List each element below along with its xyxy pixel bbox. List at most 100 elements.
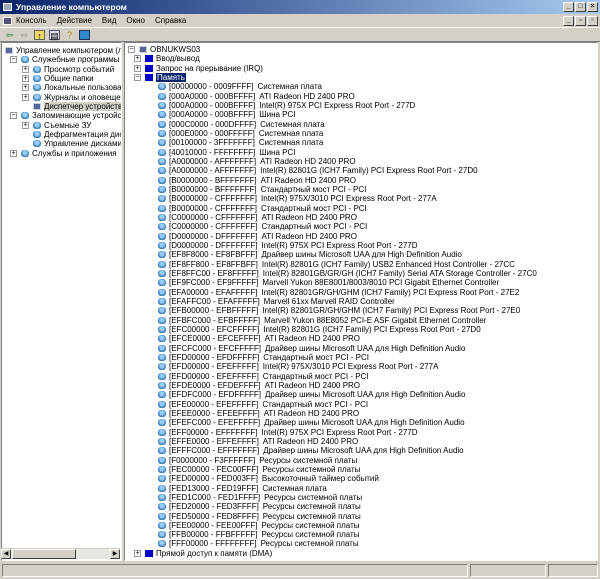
memory-resource-item[interactable]: [EFEE0000 - EFEEFFFF] ATI Radeon HD 2400 … [158, 409, 359, 418]
tree-item[interactable]: + Журналы и оповещения пр [22, 93, 121, 102]
tree-item[interactable]: − Служебные программы [10, 55, 119, 64]
resource-category[interactable]: + Запрос на прерывание (IRQ) [134, 64, 263, 73]
memory-resource-item[interactable]: [EFD00000 - EFDFFFFF] Стандартный мост PC… [158, 353, 369, 362]
memory-resource-item[interactable]: [EFD00000 - EFEFFFFF] Intel(R) 975X/3010 … [158, 362, 438, 371]
memory-resource-item[interactable]: [A0000000 - AFFFFFFF] Intel(R) 82801G (IC… [158, 166, 478, 175]
memory-resource-item[interactable]: [EFC00000 - EFCFFFFF] Intel(R) 82801G (IC… [158, 325, 481, 334]
tree-item[interactable]: + Съемные ЗУ [22, 121, 91, 130]
show-hide-tree-icon[interactable]: ▤ [49, 29, 60, 41]
expand-icon[interactable]: + [22, 93, 29, 101]
memory-resource-item[interactable]: [C0000000 - CFFFFFFF] ATI Radeon HD 2400 … [158, 213, 357, 222]
memory-resource-item[interactable]: [FFF00000 - FFFFFFFF] Ресурсы системной п… [158, 539, 359, 548]
tree-item[interactable]: Дефрагментация диска [33, 130, 121, 139]
memory-resource-item[interactable]: [C0000000 - CFFFFFFF] Стандартный мост PC… [158, 222, 367, 231]
memory-resource-item[interactable]: [000A0000 - 000BFFFF] Intel(R) 975X PCI E… [158, 101, 415, 110]
memory-resource-item[interactable]: [EFCE0000 - EFCEFFFF] ATI Radeon HD 2400 … [158, 334, 360, 343]
menu-window[interactable]: Окно [126, 16, 145, 25]
memory-resource-item[interactable]: [B0000000 - CFFFFFFF] Стандартный мост PC… [158, 204, 367, 213]
memory-resource-item[interactable]: [EFEFC000 - EFEFFFFF] Драйвер шины Micros… [158, 418, 465, 427]
tree-item[interactable]: + Общие папки [22, 74, 94, 83]
back-icon[interactable]: ⇦ [4, 30, 15, 40]
memory-resource-item[interactable]: [000A0000 - 000BFFFF] Шина PCI [158, 110, 296, 119]
memory-resource-item[interactable]: [EF9FC000 - EF9FFFFF] Marvell Yukon 88E80… [158, 278, 499, 287]
memory-resource-item[interactable]: [FED00000 - FED003FF] Высокоточный таймер… [158, 474, 379, 483]
memory-resource-item[interactable]: [FED50000 - FED8FFFF] Ресурсы системной п… [158, 512, 361, 521]
memory-resource-item[interactable]: [EFA00000 - EFAFFFFF] Intel(R) 82801GR/GH… [158, 288, 519, 297]
forward-icon[interactable]: ⇨ [19, 30, 30, 40]
memory-resource-item[interactable]: [D0000000 - DFFFFFFF] Intel(R) 975X PCI E… [158, 241, 418, 250]
child-close-button[interactable]: × [587, 16, 598, 26]
expand-icon[interactable]: + [134, 64, 141, 72]
memory-resource-item[interactable]: [000C0000 - 000DFFFF] Системная плата [158, 120, 325, 129]
close-button[interactable]: × [587, 2, 598, 12]
root-node[interactable]: − OBNUKWS03 [128, 45, 200, 54]
collapse-icon[interactable]: − [128, 46, 135, 53]
menu-action[interactable]: Действие [57, 16, 92, 25]
memory-resource-item[interactable]: [EFFFC000 - EFFFFFFF] Драйвер шины Micros… [158, 446, 464, 455]
expand-icon[interactable]: + [10, 149, 17, 157]
memory-resource-item[interactable]: [000A0000 - 000BFFFF] ATI Radeon HD 2400 … [158, 92, 355, 101]
memory-resource-item[interactable]: [000E0000 - 000FFFFF] Системная плата [158, 129, 323, 138]
collapse-icon[interactable]: − [10, 112, 17, 120]
collapse-icon[interactable]: − [10, 56, 17, 64]
memory-resource-item[interactable]: [EFF00000 - EFFFFFFF] Intel(R) 975X PCI E… [158, 428, 418, 437]
resource-category[interactable]: − Память [134, 72, 186, 82]
expand-icon[interactable]: + [22, 121, 29, 129]
scroll-left-button[interactable]: ◀ [1, 549, 11, 559]
memory-resource-item[interactable]: [B0000000 - BFFFFFFF] ATI Radeon HD 2400 … [158, 176, 356, 185]
memory-resource-item[interactable]: [FED13000 - FED19FFF] Системная плата [158, 484, 327, 493]
expand-icon[interactable]: + [22, 84, 29, 92]
memory-resource-item[interactable]: [EFD00000 - EFEFFFFF] Стандартный мост PC… [158, 372, 369, 381]
memory-resource-item[interactable]: [00100000 - 3FFFFFFF] Системная плата [158, 138, 323, 147]
memory-resource-item[interactable]: [B0000000 - CFFFFFFF] Intel(R) 975X/3010 … [158, 194, 437, 203]
memory-resource-item[interactable]: [00000000 - 0009FFFF] Системная плата [158, 82, 322, 91]
tree-item[interactable]: Управление компьютером (локаль [5, 46, 121, 55]
menu-view[interactable]: Вид [102, 16, 116, 25]
properties-icon[interactable] [79, 29, 90, 40]
memory-resource-item[interactable]: [EFFE0000 - EFFEFFFF] ATI Radeon HD 2400 … [158, 437, 358, 446]
memory-resource-item[interactable]: [40010000 - FFFFFFFF] Шина PCI [158, 148, 295, 157]
left-pane-horizontal-scrollbar[interactable]: ◀ ▶ [1, 548, 120, 559]
memory-resource-item[interactable]: [EF8FFC00 - EF8FFFFF] Intel(R) 82801GB/GR… [158, 269, 537, 278]
tree-item[interactable]: + Просмотр событий [22, 65, 114, 74]
memory-resource-item[interactable]: [EFE00000 - EFEFFFFF] Стандартный мост PC… [158, 400, 368, 409]
memory-resource-item[interactable]: [EFAFFC00 - EFAFFFFF] Marvell 61xx Marvel… [158, 297, 395, 306]
tree-item[interactable]: Управление дисками [33, 139, 121, 148]
memory-resource-item[interactable]: [D0000000 - DFFFFFFF] ATI Radeon HD 2400 … [158, 232, 357, 241]
child-restore-button[interactable]: ▫ [575, 16, 586, 26]
memory-resource-item[interactable]: [EFCFC000 - EFCFFFFF] Драйвер шины Micros… [158, 344, 465, 353]
memory-resource-item[interactable]: [EF8F8000 - EF8FBFFF] Драйвер шины Micros… [158, 250, 462, 259]
child-minimize-button[interactable]: _ [563, 16, 574, 26]
tree-item[interactable]: + Службы и приложения [10, 149, 117, 158]
memory-resource-item[interactable]: [EFB00000 - EFBFFFFF] Intel(R) 82801GR/GH… [158, 306, 520, 315]
resource-category[interactable]: + Ввод/вывод [134, 54, 200, 63]
memory-resource-item[interactable]: [FEC00000 - FEC00FFF] Ресурсы системной п… [158, 465, 360, 474]
expand-icon[interactable]: + [22, 65, 29, 73]
help-icon[interactable]: ? [64, 30, 75, 40]
expand-icon[interactable]: + [134, 55, 141, 63]
tree-item[interactable]: Диспетчер устройств [33, 101, 121, 111]
memory-resource-item[interactable]: [FED1C000 - FED1FFFF] Ресурсы системной п… [158, 493, 362, 502]
mdi-child-icon[interactable] [3, 17, 12, 25]
tree-item[interactable]: − Запоминающие устройства [10, 111, 121, 120]
collapse-icon[interactable]: − [134, 73, 141, 81]
memory-resource-item[interactable]: [FEE00000 - FEE00FFF] Ресурсы системной п… [158, 521, 360, 530]
memory-resource-item[interactable]: [EFDE0000 - EFDEFFFF] ATI Radeon HD 2400 … [158, 381, 360, 390]
scroll-thumb[interactable] [12, 549, 76, 559]
tree-item[interactable]: + Локальные пользователи и [22, 83, 121, 92]
minimize-button[interactable]: _ [563, 2, 574, 12]
maximize-button[interactable]: □ [575, 2, 586, 12]
memory-resource-item[interactable]: [FED20000 - FED3FFFF] Ресурсы системной п… [158, 502, 361, 511]
memory-resource-item[interactable]: [EF8FF800 - EF8FFBFF] Intel(R) 82801G (IC… [158, 260, 515, 269]
up-folder-icon[interactable]: ↑ [34, 29, 45, 41]
memory-resource-item[interactable]: [A0000000 - AFFFFFFF] ATI Radeon HD 2400 … [158, 157, 356, 166]
scroll-right-button[interactable]: ▶ [110, 549, 120, 559]
memory-resource-item[interactable]: [F0000000 - F3FFFFFF] Ресурсы системной п… [158, 456, 357, 465]
memory-resource-item[interactable]: [EFDFC000 - EFDFFFFF] Драйвер шины Micros… [158, 390, 465, 399]
memory-resource-item[interactable]: [EFBFC000 - EFBFFFFF] Marvell Yukon 88E80… [158, 316, 486, 325]
resource-category[interactable]: + Прямой доступ к памяти (DMA) [134, 549, 272, 558]
memory-resource-item[interactable]: [B0000000 - BFFFFFFF] Стандартный мост PC… [158, 185, 366, 194]
expand-icon[interactable]: + [22, 74, 29, 82]
memory-resource-item[interactable]: [FFB00000 - FFBFFFFF] Ресурсы системной п… [158, 530, 359, 539]
menu-help[interactable]: Справка [155, 16, 186, 25]
